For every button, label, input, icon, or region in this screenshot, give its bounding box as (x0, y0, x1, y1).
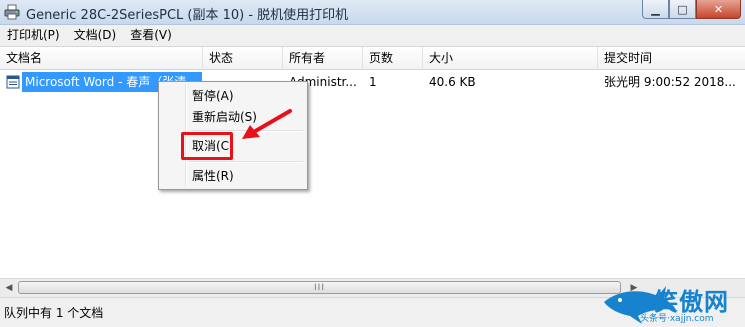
context-menu-separator (189, 161, 303, 163)
table-row[interactable]: Microsoft Word - 春声（张清 Administr... 1 40… (0, 72, 745, 92)
grip-icon: III (314, 282, 325, 293)
highlight-box (181, 132, 233, 160)
window-title: Generic 28C-2SeriesPCL (副本 10) - 脱机使用打印机 (26, 8, 349, 23)
context-menu-pause[interactable]: 暂停(A) (192, 86, 234, 106)
title-bar: Generic 28C-2SeriesPCL (副本 10) - 脱机使用打印机… (0, 0, 745, 25)
menu-bar: 打印机(P) 文档(D) 查看(V) (0, 25, 745, 47)
maximize-button[interactable]: □ (669, 0, 696, 19)
maximize-icon: □ (677, 2, 688, 16)
job-pages: 1 (369, 75, 377, 89)
context-menu-properties[interactable]: 属性(R) (192, 166, 234, 186)
close-icon: ✕ (713, 2, 724, 16)
column-header-owner[interactable]: 所有者 (283, 47, 363, 69)
menu-view[interactable]: 查看(V) (123, 25, 179, 46)
column-header-row: 文档名 状态 所有者 页数 大小 提交时间 (0, 47, 745, 70)
scrollbar-thumb[interactable]: III (18, 281, 621, 294)
close-button[interactable]: ✕ (696, 0, 741, 19)
job-size: 40.6 KB (429, 75, 476, 89)
red-arrow-icon (242, 109, 292, 139)
window-controls: ▁ □ ✕ (642, 0, 741, 20)
column-header-pages[interactable]: 页数 (363, 47, 423, 69)
printer-icon (4, 4, 20, 20)
column-header-status[interactable]: 状态 (203, 47, 283, 69)
column-header-submitted[interactable]: 提交时间 (598, 47, 745, 69)
menu-printer[interactable]: 打印机(P) (0, 25, 67, 46)
chevron-left-icon: ◀ (5, 283, 13, 293)
watermark-subtext: 头条号·xajjn.com (640, 314, 714, 324)
status-text: 队列中有 1 个文档 (4, 306, 104, 320)
menu-document[interactable]: 文档(D) (67, 25, 124, 46)
scroll-left-button[interactable]: ◀ (0, 279, 18, 297)
job-submitted: 张光明 9:00:52 2018... (604, 75, 736, 89)
column-header-size[interactable]: 大小 (423, 47, 598, 69)
print-queue-list[interactable]: Microsoft Word - 春声（张清 Administr... 1 40… (0, 70, 745, 278)
column-header-document-name[interactable]: 文档名 (0, 47, 203, 69)
document-icon (6, 75, 20, 89)
minimize-button[interactable]: ▁ (642, 0, 669, 19)
minimize-icon: ▁ (651, 2, 660, 16)
